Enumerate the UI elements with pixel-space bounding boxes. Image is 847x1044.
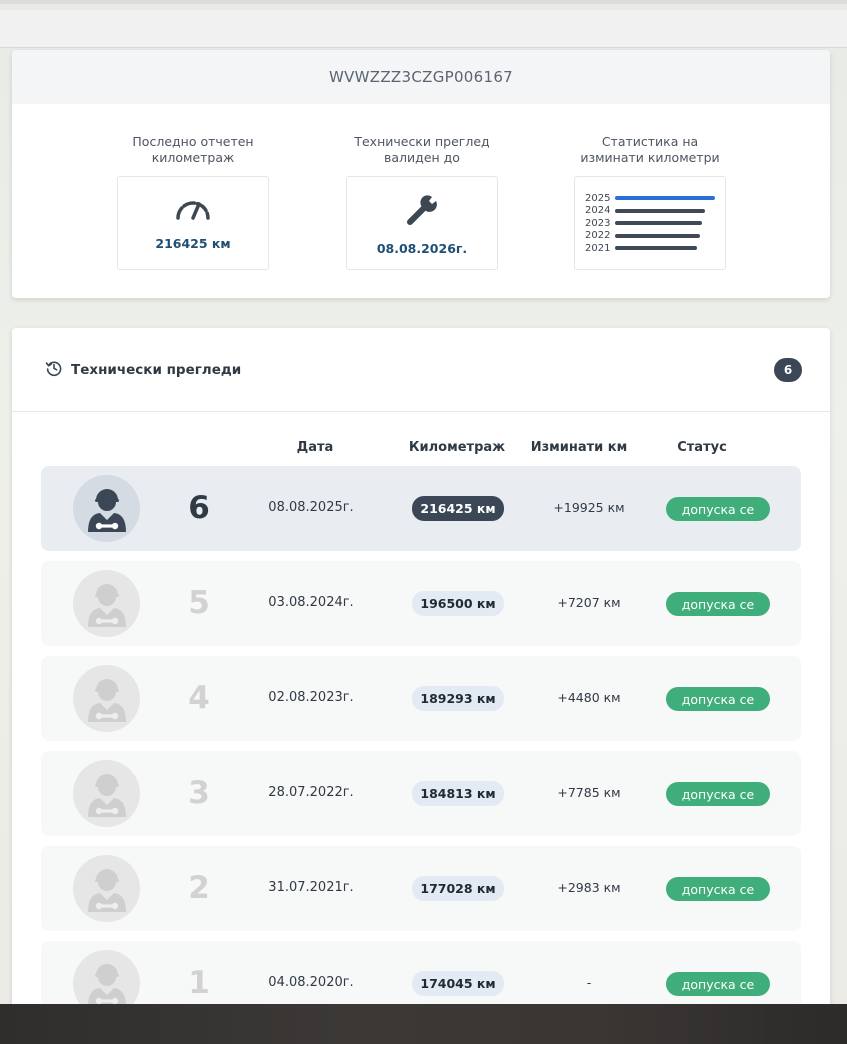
inspection-traveled: - — [586, 975, 592, 990]
year-bar-row: 2024 — [585, 204, 715, 217]
history-icon — [45, 359, 63, 381]
year-bar — [615, 233, 700, 238]
mechanic-avatar-icon — [73, 570, 140, 637]
inspection-date: 03.08.2024г. — [268, 595, 354, 610]
top-bar — [0, 10, 847, 48]
inspection-row[interactable]: 2 31.07.2021г. 177028 км +2983 км допуск… — [41, 846, 801, 931]
mileage-stat: Последно отчетен километраж 216425 км — [117, 134, 269, 270]
inspection-traveled: +2983 км — [557, 880, 621, 895]
inspections-count-badge: 6 — [774, 358, 802, 382]
inspection-traveled: +7785 км — [557, 785, 621, 800]
year-label: 2024 — [585, 205, 611, 216]
inspections-list: 6 08.08.2025г. 216425 км +19925 км допус… — [41, 466, 801, 1036]
year-label: 2021 — [585, 242, 611, 254]
column-traveled: Изминати км — [530, 440, 628, 455]
stats-row: Последно отчетен километраж 216425 км Те… — [12, 104, 830, 298]
year-bar — [615, 196, 715, 200]
inspection-row[interactable]: 5 03.08.2024г. 196500 км +7207 км допуск… — [41, 561, 801, 646]
column-mileage: Километраж — [408, 440, 506, 455]
status-badge: допуска се — [666, 687, 770, 711]
year-label: 2025 — [585, 192, 611, 204]
inspection-number: 2 — [188, 870, 210, 906]
inspections-header: Технически прегледи 6 — [12, 328, 830, 412]
inspection-mileage-badge: 196500 км — [412, 591, 504, 616]
inspection-value: 08.08.2026г. — [376, 240, 468, 256]
vin-band: WVWZZZ3CZGP006167 — [12, 50, 830, 104]
status-badge: допуска се — [666, 972, 770, 996]
wrench-icon — [402, 191, 442, 231]
mechanic-avatar-icon — [73, 475, 140, 542]
inspection-traveled: +4480 км — [557, 690, 621, 705]
year-bar — [615, 221, 702, 225]
inspection-mileage-badge: 216425 км — [412, 496, 504, 521]
inspection-date: 28.07.2022г. — [268, 785, 354, 800]
inspection-number: 5 — [188, 585, 210, 621]
status-badge: допуска се — [666, 782, 770, 806]
inspection-date: 08.08.2025г. — [268, 500, 354, 515]
statistics-stat[interactable]: Статистика на изминати километри 2025 202… — [574, 134, 726, 270]
inspection-row[interactable]: 6 08.08.2025г. 216425 км +19925 км допус… — [41, 466, 801, 551]
vin-number: WVWZZZ3CZGP006167 — [328, 68, 514, 86]
status-badge: допуска се — [666, 877, 770, 901]
top-strip — [0, 0, 847, 4]
inspection-mileage-badge: 184813 км — [412, 781, 504, 806]
inspections-card: Технически прегледи 6 Дата Километраж Из… — [12, 328, 830, 1028]
statistics-box[interactable]: 2025 2024 2023 2022 2021 — [574, 176, 726, 270]
inspection-mileage-badge: 189293 км — [412, 686, 504, 711]
inspection-traveled: +19925 км — [553, 500, 625, 515]
inspection-number: 6 — [188, 490, 210, 526]
year-bar-row: 2023 — [585, 217, 715, 230]
inspection-mileage-badge: 177028 км — [412, 876, 504, 901]
year-bar-row: 2025 — [585, 192, 715, 205]
speedometer-icon — [173, 196, 213, 226]
inspection-number: 1 — [188, 965, 210, 1001]
year-bar-row: 2022 — [585, 229, 715, 242]
inspection-number: 3 — [188, 775, 210, 811]
mechanic-avatar-icon — [73, 665, 140, 732]
inspection-date: 02.08.2023г. — [268, 690, 354, 705]
year-label: 2022 — [585, 230, 611, 241]
year-bar — [615, 208, 705, 213]
bottom-overlay-bar — [0, 1004, 847, 1044]
inspections-title: Технически прегледи — [71, 361, 242, 378]
yearly-mileage-chart: 2025 2024 2023 2022 2021 — [585, 192, 715, 255]
inspection-date: 31.07.2021г. — [268, 880, 354, 895]
mileage-label: Последно отчетен километраж — [132, 134, 254, 165]
statistics-label: Статистика на изминати километри — [580, 134, 720, 165]
inspection-box: 08.08.2026г. — [346, 176, 498, 270]
status-badge: допуска се — [666, 497, 770, 521]
mileage-box: 216425 км — [117, 176, 269, 270]
inspection-traveled: +7207 км — [557, 595, 621, 610]
year-label: 2023 — [585, 217, 611, 229]
inspection-date: 04.08.2020г. — [268, 975, 354, 990]
inspection-label: Технически преглед валиден до — [354, 134, 490, 165]
inspection-stat: Технически преглед валиден до 08.08.2026… — [346, 134, 498, 270]
mechanic-avatar-icon — [73, 855, 140, 922]
mechanic-avatar-icon — [73, 760, 140, 827]
column-status: Статус — [677, 440, 727, 455]
inspection-row[interactable]: 4 02.08.2023г. 189293 км +4480 км допуск… — [41, 656, 801, 741]
inspection-number: 4 — [188, 680, 210, 716]
year-bar-row: 2021 — [585, 242, 715, 255]
inspection-row[interactable]: 3 28.07.2022г. 184813 км +7785 км допуск… — [41, 751, 801, 836]
vehicle-summary-card: WVWZZZ3CZGP006167 Последно отчетен килом… — [12, 50, 830, 298]
inspection-mileage-badge: 174045 км — [412, 971, 504, 996]
column-date: Дата — [296, 440, 334, 455]
mileage-value: 216425 км — [155, 235, 231, 251]
status-badge: допуска се — [666, 592, 770, 616]
year-bar — [615, 246, 697, 250]
